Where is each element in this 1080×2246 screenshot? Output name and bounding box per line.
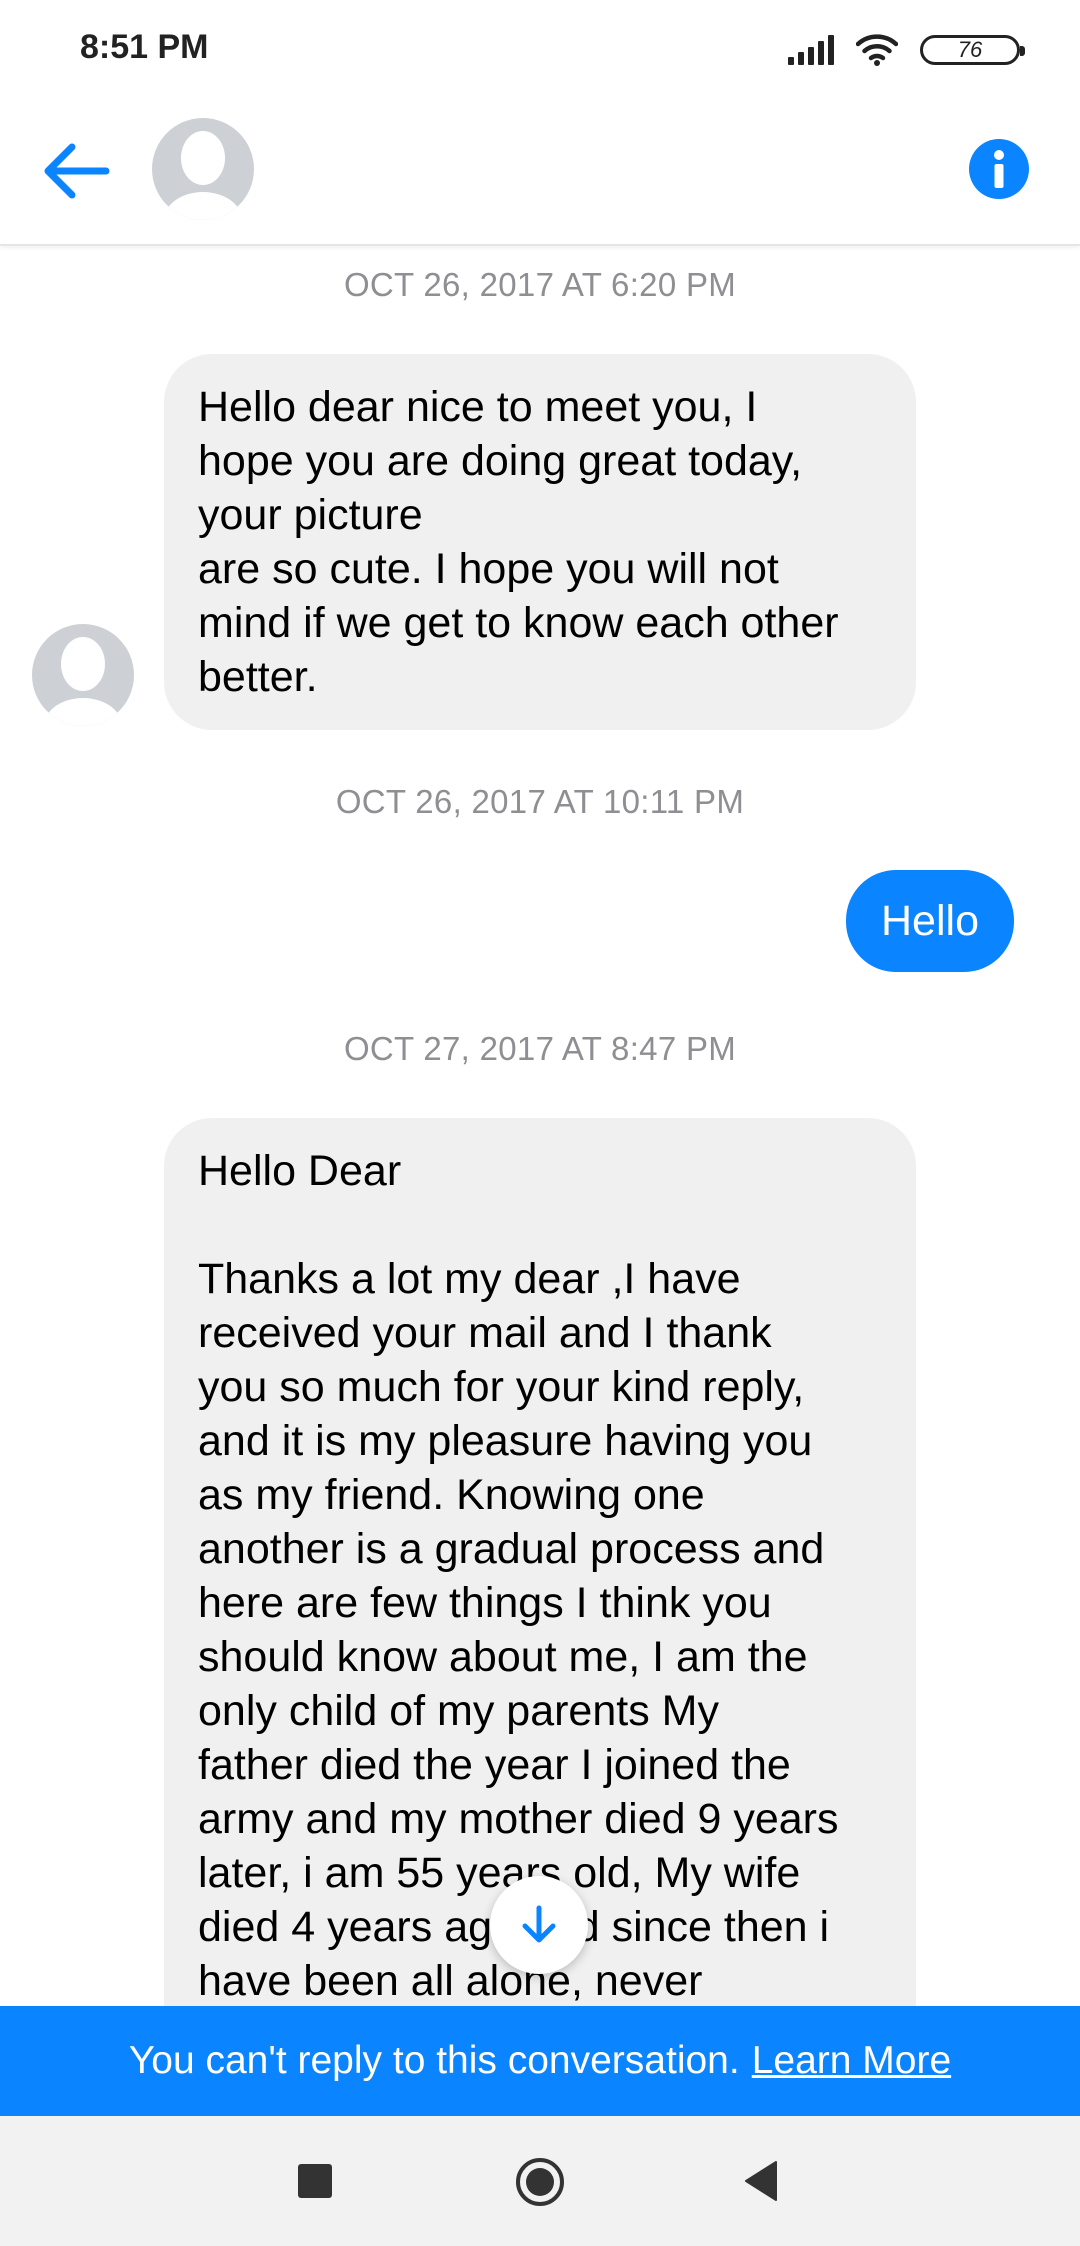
incoming-message-bubble[interactable]: Hello dear nice to meet you, I hope you …: [164, 354, 916, 730]
scroll-to-bottom-button[interactable]: [490, 1876, 588, 1974]
status-bar: 8:51 PM 76: [0, 0, 1080, 98]
signal-icon: [788, 35, 834, 65]
banner-text: You can't reply to this conversation.: [128, 2039, 740, 2082]
home-button[interactable]: [514, 2156, 566, 2208]
cannot-reply-banner: You can't reply to this conversation. Le…: [0, 2006, 1080, 2116]
back-triangle-icon[interactable]: [744, 2160, 778, 2202]
avatar[interactable]: [152, 118, 254, 220]
recents-button[interactable]: [298, 2164, 332, 2198]
battery-icon: 76: [920, 35, 1025, 65]
outgoing-message-bubble[interactable]: Hello: [846, 870, 1014, 972]
battery-level: 76: [957, 37, 983, 62]
wifi-icon: [856, 34, 898, 66]
system-navigation-bar: [0, 2116, 1080, 2246]
message-timestamp: OCT 27, 2017 AT 8:47 PM: [343, 1030, 737, 1067]
message-timestamp: OCT 26, 2017 AT 6:20 PM: [343, 266, 737, 303]
conversation-header: [0, 98, 1080, 246]
message-timestamp: OCT 26, 2017 AT 10:11 PM: [335, 783, 745, 820]
info-icon[interactable]: [968, 138, 1030, 200]
arrow-left-icon[interactable]: [38, 138, 112, 204]
arrow-down-icon: [522, 1905, 556, 1943]
learn-more-link[interactable]: Learn More: [752, 2039, 951, 2083]
status-time: 8:51 PM: [80, 28, 209, 66]
sender-avatar[interactable]: [32, 624, 134, 726]
status-icons: 76: [788, 30, 1025, 70]
